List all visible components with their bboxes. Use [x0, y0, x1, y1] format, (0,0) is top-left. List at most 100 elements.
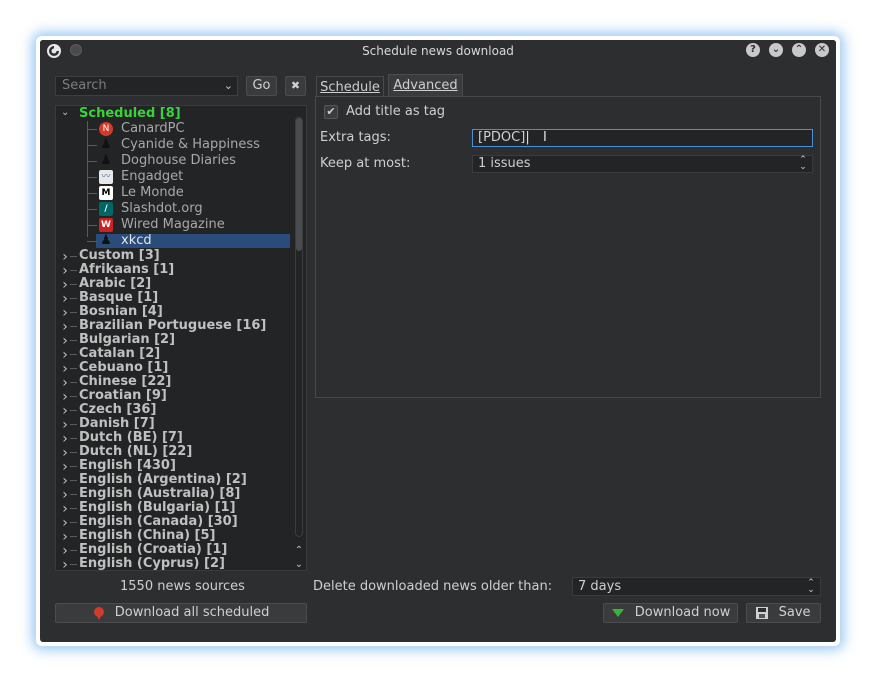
expand-arrow-icon[interactable]: ›	[61, 375, 69, 391]
tree-item[interactable]: / Slashdot.org	[56, 201, 292, 217]
tree-category[interactable]: Custom [3]	[79, 249, 160, 263]
expand-arrow-icon[interactable]: ›	[61, 305, 69, 321]
extra-tags-input[interactable]: [PDOC]| I	[472, 129, 813, 147]
tree-item-label: Slashdot.org	[121, 201, 203, 216]
tree-category[interactable]: English (Argentina) [2]	[79, 473, 247, 487]
expand-arrow-icon[interactable]: ›	[61, 319, 69, 335]
clear-search-icon[interactable]: ✖	[285, 76, 306, 96]
minimize-button[interactable]: ⌄	[769, 43, 783, 57]
tree-category[interactable]: Croatian [9]	[79, 389, 167, 403]
download-now-button[interactable]: Download now	[603, 603, 738, 623]
tree-item[interactable]: ♟ xkcd	[56, 233, 292, 249]
tree-category[interactable]: English [430]	[79, 459, 176, 473]
tree-category[interactable]: Bosnian [4]	[79, 305, 163, 319]
keep-at-most-spinbox[interactable]: 1 issues ⌃ ⌄	[472, 155, 813, 173]
canardpc-icon: N	[99, 122, 113, 136]
tree-branch-line	[87, 145, 97, 146]
tree-item[interactable]: ♟ Doghouse Diaries	[56, 153, 292, 169]
tree-category[interactable]: Brazilian Portuguese [16]	[79, 319, 266, 333]
expand-arrow-icon[interactable]: ›	[61, 291, 69, 307]
tree-category[interactable]: Cebuano [1]	[79, 361, 168, 375]
expand-arrow-icon[interactable]: ›	[61, 557, 69, 570]
expand-arrow-icon[interactable]: ›	[61, 403, 69, 419]
tree-category[interactable]: Basque [1]	[79, 291, 158, 305]
save-label: Save	[778, 605, 811, 620]
spin-arrows-icon[interactable]: ⌃ ⌄	[806, 579, 816, 595]
expand-arrow-icon[interactable]: ›	[61, 389, 69, 405]
maximize-button[interactable]: ⌃	[792, 43, 806, 57]
tab-advanced[interactable]: Advanced	[388, 74, 463, 98]
tab-schedule[interactable]: Schedule	[316, 76, 384, 98]
download-arrow-icon	[611, 608, 624, 617]
expand-arrow-icon[interactable]: ›	[61, 487, 69, 503]
search-placeholder: Search	[62, 78, 107, 93]
tree-branch-line	[70, 550, 77, 551]
expand-arrow-icon[interactable]: ›	[61, 431, 69, 447]
chevron-down-icon[interactable]: ⌄	[224, 77, 233, 95]
tree-category[interactable]: Danish [7]	[79, 417, 155, 431]
search-input[interactable]: Search ⌄	[55, 76, 238, 96]
expand-arrow-icon[interactable]: ›	[61, 249, 69, 265]
tree-scrollbar[interactable]: ⌃ ⌄	[293, 117, 305, 572]
expand-arrow-icon[interactable]: ›	[61, 417, 69, 433]
advanced-panel: ✔ Add title as tag Extra tags: [PDOC]| I…	[315, 96, 821, 398]
tree-category[interactable]: English (China) [5]	[79, 529, 216, 543]
expand-arrow-icon[interactable]: ›	[61, 501, 69, 517]
tree-branch-line	[70, 382, 77, 383]
tree-category[interactable]: English (Cyprus) [2]	[79, 557, 225, 571]
scrollbar-thumb[interactable]	[296, 118, 302, 251]
tree-category[interactable]: Chinese [22]	[79, 375, 171, 389]
tree-item[interactable]: N CanardPC	[56, 121, 292, 137]
spin-arrows-icon[interactable]: ⌃ ⌄	[798, 156, 808, 172]
download-now-label: Download now	[634, 605, 731, 620]
expand-arrow-icon[interactable]: ›	[61, 361, 69, 377]
user-icon: ♟	[100, 137, 112, 152]
tree-category[interactable]: Czech [36]	[79, 403, 156, 417]
tree-category[interactable]: Bulgarian [2]	[79, 333, 175, 347]
tree-category-scheduled[interactable]: Scheduled [8]	[79, 107, 181, 121]
tree-category[interactable]: English (Bulgaria) [1]	[79, 501, 236, 515]
tree-category[interactable]: English (Canada) [30]	[79, 515, 238, 529]
tree-branch-line	[70, 410, 77, 411]
tree-item[interactable]: ♟ Cyanide & Happiness	[56, 137, 292, 153]
tree-category[interactable]: Catalan [2]	[79, 347, 160, 361]
download-all-scheduled-button[interactable]: Download all scheduled	[55, 603, 307, 623]
tree-category[interactable]: Dutch (BE) [7]	[79, 431, 183, 445]
scroll-down-icon[interactable]: ⌄	[293, 559, 305, 570]
expand-arrow-icon[interactable]: ›	[61, 473, 69, 489]
expand-arrow-icon[interactable]: ›	[61, 445, 69, 461]
tree-category[interactable]: Arabic [2]	[79, 277, 151, 291]
go-button[interactable]: Go	[246, 76, 277, 96]
help-button[interactable]: ?	[746, 43, 760, 57]
tree-branch-line	[70, 298, 77, 299]
expand-arrow-icon[interactable]: ›	[61, 543, 69, 559]
tree-branch-line	[70, 424, 77, 425]
save-button[interactable]: Save	[746, 603, 821, 623]
news-sources-count: 1550 news sources	[120, 579, 245, 594]
add-title-checkbox[interactable]: ✔	[324, 105, 338, 119]
expand-arrow-icon[interactable]: ›	[61, 529, 69, 545]
tree-category[interactable]: English (Croatia) [1]	[79, 543, 227, 557]
expand-arrow-icon[interactable]: ›	[61, 459, 69, 475]
delete-older-label: Delete downloaded news older than:	[313, 579, 553, 594]
tree-item[interactable]: 〰 Engadget	[56, 169, 292, 185]
expand-arrow-icon[interactable]: ›	[61, 277, 69, 293]
expand-arrow-icon[interactable]: ›	[61, 263, 69, 279]
title-bar[interactable]: Schedule news download ? ⌄ ⌃ ✕	[40, 40, 836, 62]
tree-item[interactable]: W Wired Magazine	[56, 217, 292, 233]
delete-older-spinbox[interactable]: 7 days ⌃ ⌄	[572, 577, 821, 596]
close-button[interactable]: ✕	[815, 43, 829, 57]
recipe-tree[interactable]: ⌄ Scheduled [8] N CanardPC ♟ Cyanide & Happ…	[55, 105, 307, 571]
expand-arrow-icon[interactable]: ›	[61, 333, 69, 349]
scroll-up-icon[interactable]: ⌃	[293, 545, 305, 556]
add-title-label[interactable]: Add title as tag	[346, 104, 445, 119]
tree-category[interactable]: Dutch (NL) [22]	[79, 445, 192, 459]
tree-category[interactable]: Afrikaans [1]	[79, 263, 174, 277]
collapse-arrow-icon[interactable]: ⌄	[61, 107, 69, 121]
tree-item[interactable]: M Le Monde	[56, 185, 292, 201]
expand-arrow-icon[interactable]: ›	[61, 347, 69, 363]
canardpc-icon	[93, 606, 104, 620]
expand-arrow-icon[interactable]: ›	[61, 515, 69, 531]
tree-category[interactable]: English (Australia) [8]	[79, 487, 240, 501]
tree-branch-line	[70, 396, 77, 397]
